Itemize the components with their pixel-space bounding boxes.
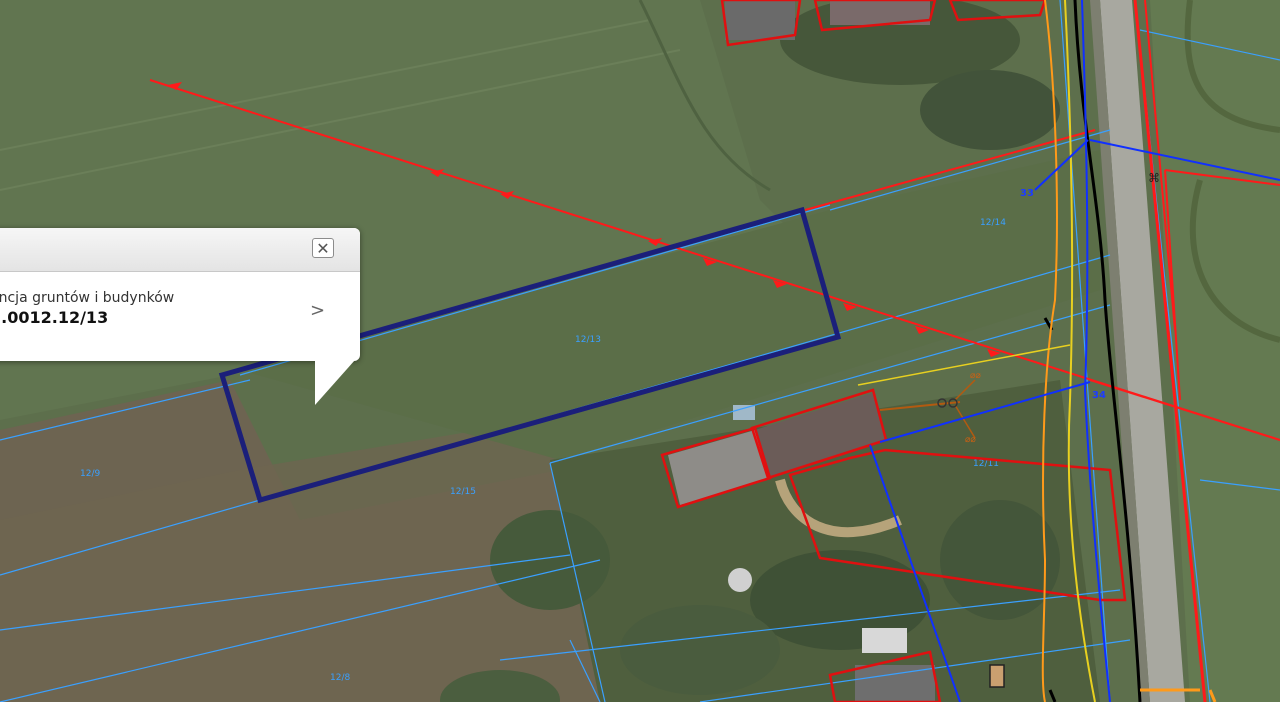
parcel-label: 12/13 [575,335,601,345]
meter-icon [989,664,1005,688]
close-button[interactable]: ✕ [312,238,334,258]
marker-icon: ⌘ [1148,171,1160,185]
parcel-label: 12/15 [450,487,476,497]
utility-label: 33 [1020,188,1034,199]
parcel-label: 12/14 [980,218,1006,228]
parcel-id: 2.0012.12/13 [0,308,109,327]
close-icon: ✕ [316,239,330,258]
popup-header [0,228,360,272]
parcel-info-popup: ✕ encja gruntów i budynków 2.0012.12/13 … [0,228,360,361]
popup-subtitle: encja gruntów i budynków [0,290,175,306]
utility-label: 34 [1092,390,1106,401]
svg-text:⌀⌀: ⌀⌀ [970,371,981,381]
chevron-right-icon: > [310,300,326,321]
popup-pointer [315,360,355,405]
parcel-label: 12/9 [80,469,100,479]
parcel-label: 12/8 [330,673,350,683]
svg-text:⌀⌀: ⌀⌀ [965,435,976,445]
parcel-result-item[interactable]: encja gruntów i budynków 2.0012.12/13 > [0,284,330,334]
